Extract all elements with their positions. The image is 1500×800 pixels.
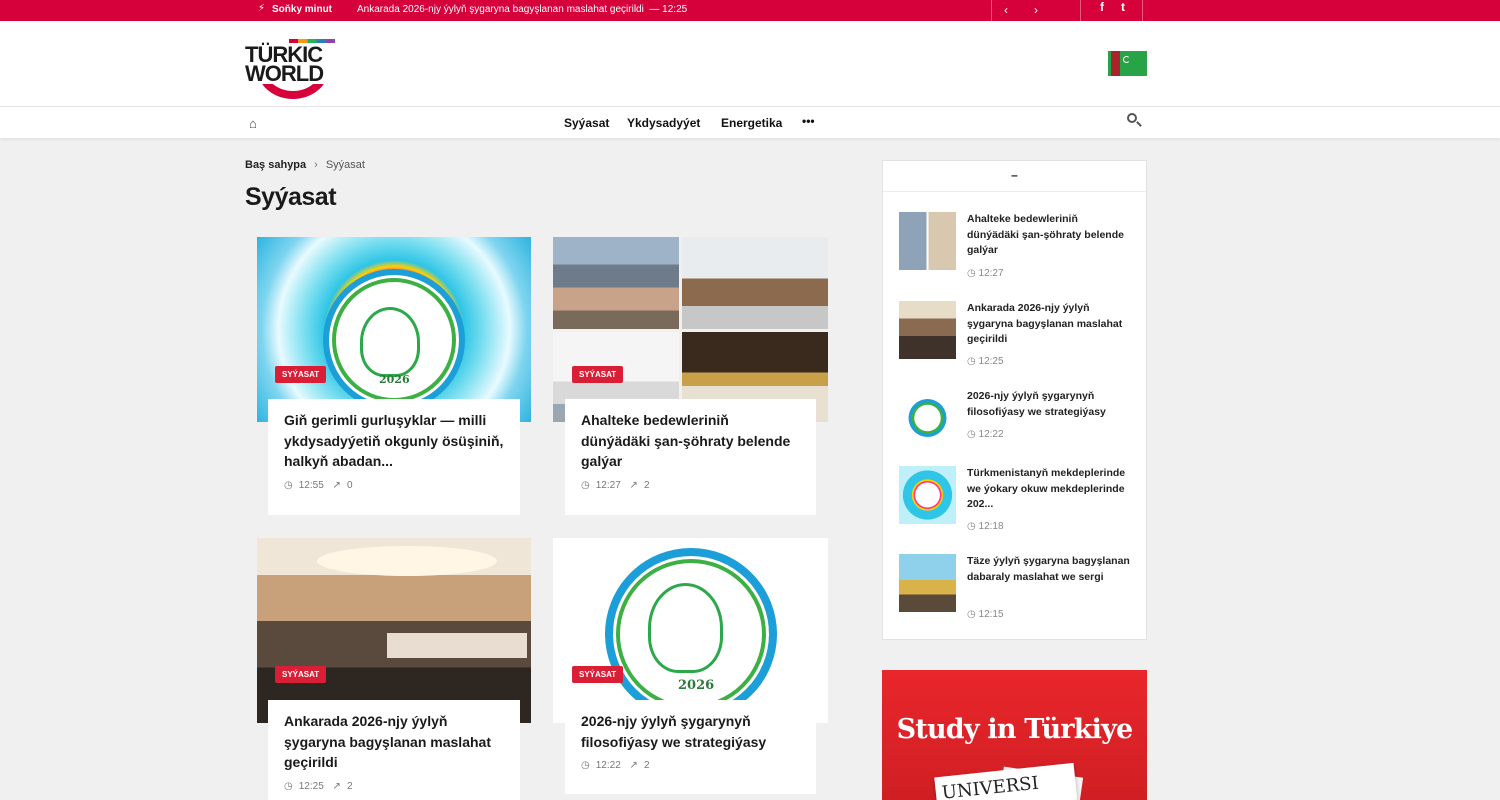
trend-icon: ↗ xyxy=(332,479,341,491)
chevron-right-icon[interactable]: › xyxy=(1034,3,1038,17)
twitter-icon[interactable]: t xyxy=(1121,0,1125,14)
sidebar-item-title[interactable]: Ahalteke bedewleriniň dünýädäki şan-şöhr… xyxy=(967,212,1132,259)
clock-icon: ◷ xyxy=(284,780,293,792)
article-views: 2 xyxy=(346,780,353,792)
sidebar-item-title[interactable]: Türkmenistanyň mekdeplerinde we ýokary o… xyxy=(967,466,1132,513)
category-badge[interactable]: SYÝASAT xyxy=(275,366,327,383)
article-image[interactable] xyxy=(553,237,828,422)
article-time: 12:22 xyxy=(595,760,621,771)
site-logo[interactable]: TÜRKIC WORLD xyxy=(245,31,345,99)
sidebar-thumbnail[interactable] xyxy=(899,554,956,612)
sidebar-heading: – xyxy=(883,161,1146,192)
sidebar-thumbnail[interactable] xyxy=(899,301,956,359)
article-image[interactable]: 2026 xyxy=(257,237,531,422)
breadcrumb-separator: › xyxy=(314,159,318,171)
breadcrumb-home[interactable]: Baş sahypa xyxy=(245,159,306,171)
flag-crescent xyxy=(1123,56,1130,63)
home-icon[interactable]: ⌂ xyxy=(249,116,257,131)
clock-icon: ◷ xyxy=(581,760,590,771)
article-meta: ◷ 12:27 ↗ 2 xyxy=(581,480,800,491)
trend-icon: ↗ xyxy=(629,760,638,771)
site-header: TÜRKIC WORLD xyxy=(0,21,1500,106)
main-nav: ⌂ Syýasat Ykdysadyýet Energetika ••• xyxy=(0,106,1500,138)
article-time: 12:55 xyxy=(298,479,324,491)
emblem-year: 2026 xyxy=(379,373,410,386)
sidebar-item-time: ◷ 12:25 xyxy=(967,356,1004,367)
flag-stripe xyxy=(1111,51,1120,76)
turkmenistan-flag-icon xyxy=(1108,51,1147,76)
clock-icon: ◷ xyxy=(967,268,976,279)
sidebar-item-time: ◷ 12:22 xyxy=(967,429,1004,440)
article-card[interactable]: Ankarada 2026-njy ýylyň şygaryna bagyşla… xyxy=(268,700,520,800)
bolt-icon: ⚡ xyxy=(258,3,266,14)
article-views: 2 xyxy=(643,479,650,491)
sidebar-item-time: ◷ 12:27 xyxy=(967,268,1004,279)
article-meta: ◷ 12:55 ↗ 0 xyxy=(284,480,504,491)
sidebar-item-title[interactable]: 2026-njy ýylyň şygarynyň filosofiýasy we… xyxy=(967,389,1132,420)
sidebar-item-title[interactable]: Ankarada 2026-njy ýylyň şygaryna bagyşla… xyxy=(967,301,1132,348)
emblem-year: 2026 xyxy=(678,678,715,693)
ad-title: Study in Türkiye xyxy=(896,714,1134,745)
nav-item-ykdysadyyet[interactable]: Ykdysadyýet xyxy=(627,116,700,130)
facebook-icon[interactable]: f xyxy=(1100,0,1104,14)
article-title[interactable]: Ankarada 2026-njy ýylyň şygaryna bagyşla… xyxy=(284,711,504,773)
category-badge[interactable]: SYÝASAT xyxy=(572,366,624,383)
article-title[interactable]: Giň gerimli gurluşyklar — milli ykdysady… xyxy=(284,410,504,472)
sidebar-thumbnail[interactable] xyxy=(899,389,956,447)
top-bar: ⚡ Soňky minut Ankarada 2026-njy ýylyň şy… xyxy=(0,0,1500,21)
nav-item-energetika[interactable]: Energetika xyxy=(721,116,782,130)
chevron-left-icon[interactable]: ‹ xyxy=(1004,3,1008,17)
logo-text-bottom: WORLD xyxy=(245,63,345,85)
article-card[interactable]: 2026-njy ýylyň şygarynyň filosofiýasy we… xyxy=(565,700,816,794)
article-image[interactable]: 2026 xyxy=(553,538,828,723)
study-in-turkiye-ad[interactable]: Study in Türkiye UNIVERSI xyxy=(882,670,1147,800)
clock-icon: ◷ xyxy=(967,356,976,367)
clock-icon: ◷ xyxy=(284,479,293,491)
article-image[interactable] xyxy=(257,538,531,723)
category-badge[interactable]: SYÝASAT xyxy=(572,666,624,683)
article-title[interactable]: Ahalteke bedewleriniň dünýädäki şan-şöhr… xyxy=(581,410,800,472)
trend-icon: ↗ xyxy=(629,479,638,491)
nav-more-icon[interactable]: ••• xyxy=(802,114,815,128)
clock-icon: ◷ xyxy=(967,429,976,440)
search-icon[interactable] xyxy=(1127,113,1142,127)
sidebar-thumbnail[interactable] xyxy=(899,466,956,524)
clock-icon: ◷ xyxy=(581,479,590,491)
page-title: Syýasat xyxy=(245,183,337,211)
nav-item-syyasat[interactable]: Syýasat xyxy=(564,116,609,130)
clock-icon: ◷ xyxy=(967,521,976,532)
article-title[interactable]: 2026-njy ýylyň şygarynyň filosofiýasy we… xyxy=(581,711,800,752)
sidebar-item-time: ◷ 12:15 xyxy=(967,609,1004,620)
sidebar-thumbnail[interactable] xyxy=(899,212,956,270)
article-meta: ◷ 12:22 ↗ 2 xyxy=(581,760,800,771)
clock-icon: ◷ xyxy=(967,609,976,620)
breaking-news-headline[interactable]: Ankarada 2026-njy ýylyň şygaryna bagyşla… xyxy=(357,4,687,15)
article-time: 12:25 xyxy=(298,780,324,792)
breadcrumb-current: Syýasat xyxy=(325,159,365,171)
category-badge[interactable]: SYÝASAT xyxy=(275,666,327,683)
article-card[interactable]: Ahalteke bedewleriniň dünýädäki şan-şöhr… xyxy=(565,399,816,515)
topbar-divider xyxy=(1142,0,1143,21)
sidebar-item-title[interactable]: Täze ýylyň şygaryna bagyşlanan dabaraly … xyxy=(967,554,1132,585)
ticker-nav: ‹ › xyxy=(991,0,1081,21)
article-card[interactable]: Giň gerimli gurluşyklar — milli ykdysady… xyxy=(268,399,520,515)
article-time: 12:27 xyxy=(595,479,621,491)
trend-icon: ↗ xyxy=(332,780,341,792)
sidebar-widget: – Ahalteke bedewleriniň dünýädäki şan-şö… xyxy=(882,160,1147,640)
sidebar-item-time: ◷ 12:18 xyxy=(967,521,1004,532)
article-views: 0 xyxy=(346,479,353,491)
breadcrumb: Baş sahypa › Syýasat xyxy=(245,159,365,171)
breaking-news-label: Soňky minut xyxy=(272,4,333,15)
article-views: 2 xyxy=(643,760,650,771)
article-meta: ◷ 12:25 ↗ 2 xyxy=(284,781,504,792)
